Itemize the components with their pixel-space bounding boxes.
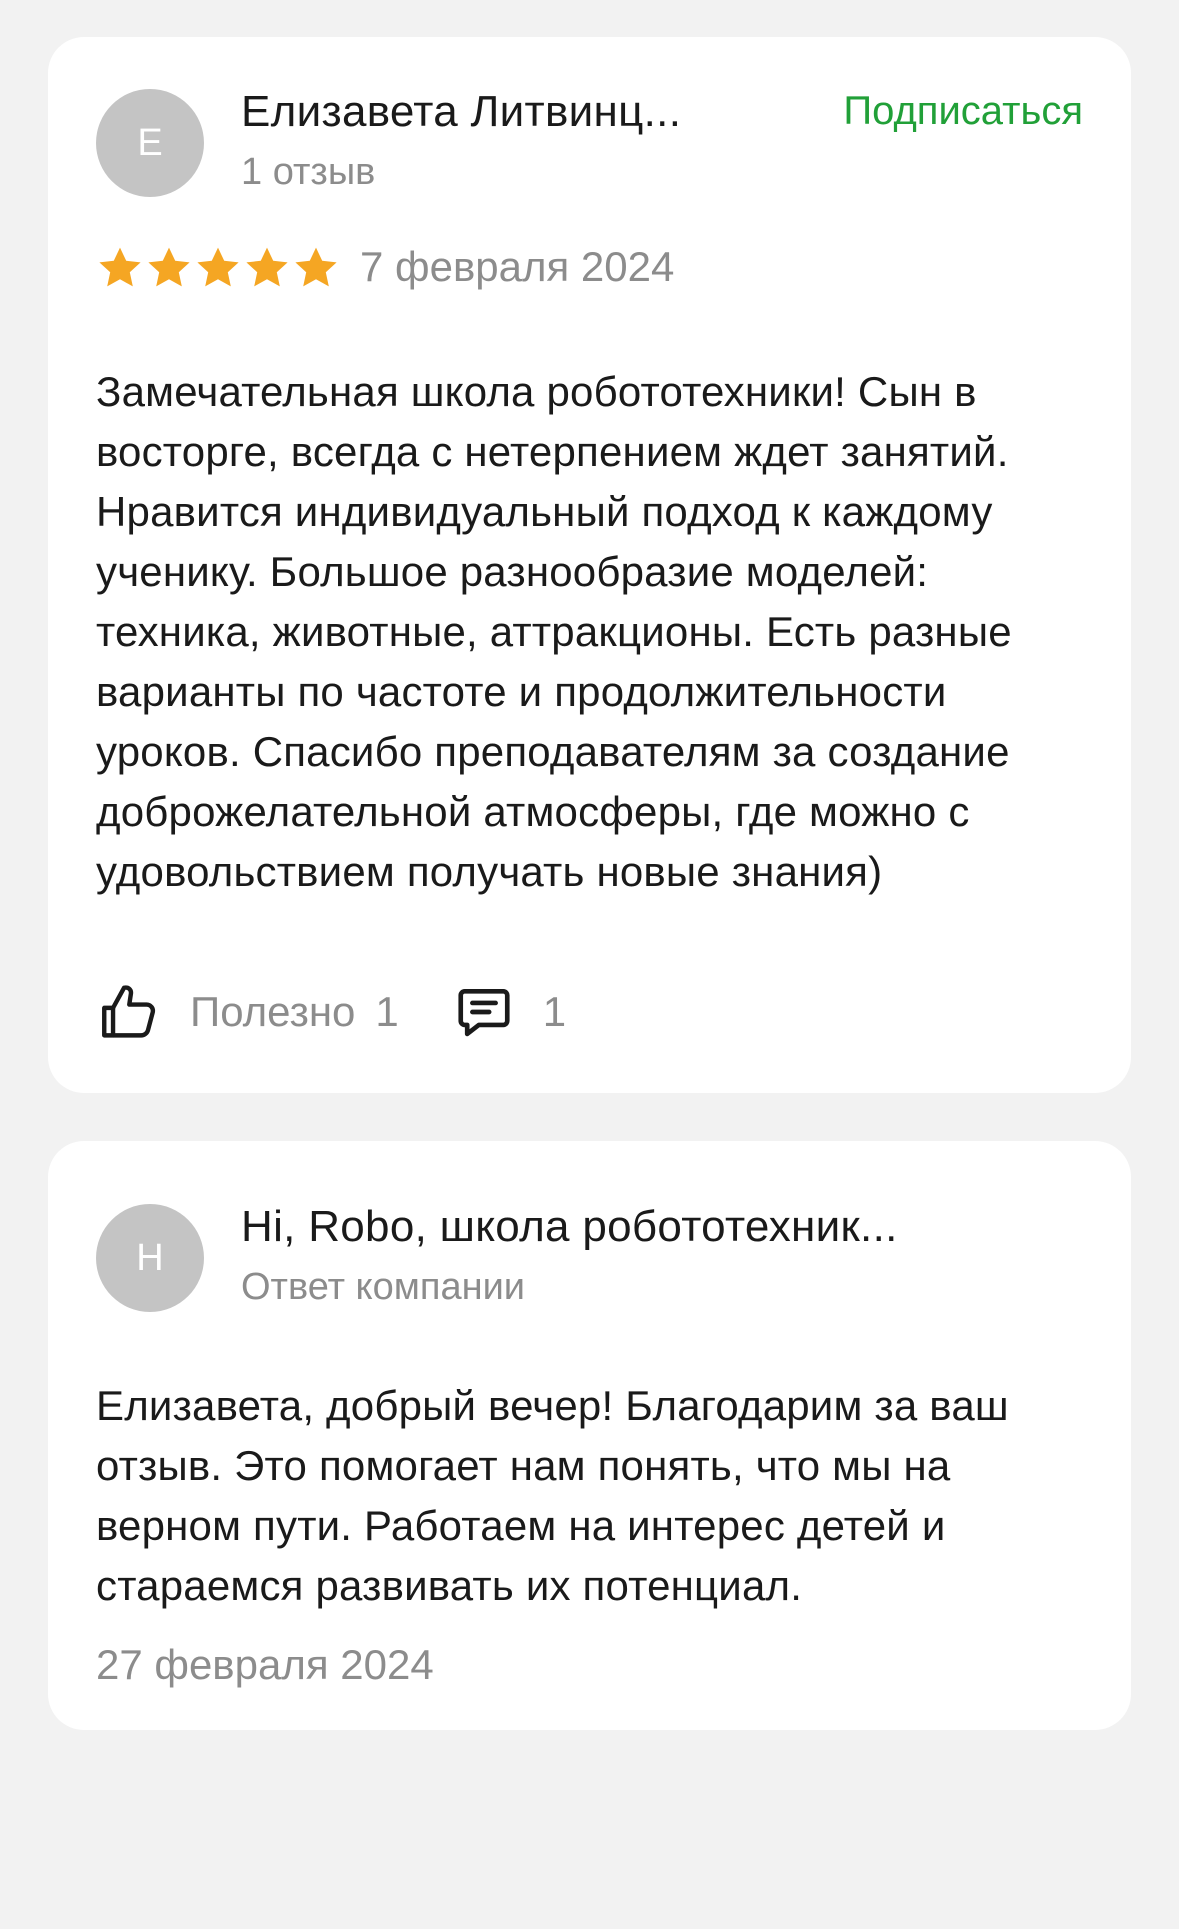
useful-count: 1 — [375, 988, 399, 1035]
star-icon — [197, 247, 239, 287]
review-text: Замечательная школа робототехники! Сын в… — [96, 368, 1012, 895]
useful-button[interactable]: Полезно 1 — [96, 979, 399, 1045]
useful-label: Полезно — [190, 988, 356, 1035]
review-actions: Полезно 1 1 — [96, 972, 566, 1052]
star-icon — [295, 247, 337, 287]
review-date: 7 февраля 2024 — [360, 243, 675, 290]
review-card: Е Елизавета Литвинц... 1 отзыв Подписать… — [48, 37, 1131, 1093]
comments-count: 1 — [542, 988, 567, 1035]
author-name[interactable]: Елизавета Литвинц... — [241, 87, 681, 137]
star-icon — [246, 247, 288, 287]
company-name[interactable]: Hi, Robo, школа робототехник... — [241, 1202, 898, 1252]
avatar[interactable]: Е — [96, 89, 204, 197]
company-reply-label: Ответ компании — [241, 1266, 526, 1308]
reviews-count: 1 отзыв — [241, 151, 376, 193]
company-reply-card: H Hi, Robo, школа робототехник... Ответ … — [48, 1141, 1131, 1730]
thumbs-up-icon — [102, 985, 156, 1038]
rating-stars — [96, 244, 340, 292]
reply-text: Елизавета, добрый вечер! Благодарим за в… — [96, 1382, 1009, 1609]
company-avatar[interactable]: H — [96, 1204, 204, 1312]
comments-button[interactable]: 1 — [453, 981, 566, 1043]
subscribe-button[interactable]: Подписаться — [843, 89, 1083, 134]
star-icon — [148, 247, 190, 287]
star-icon — [99, 247, 141, 287]
comment-icon — [458, 989, 510, 1037]
reply-date: 27 февраля 2024 — [96, 1641, 434, 1688]
